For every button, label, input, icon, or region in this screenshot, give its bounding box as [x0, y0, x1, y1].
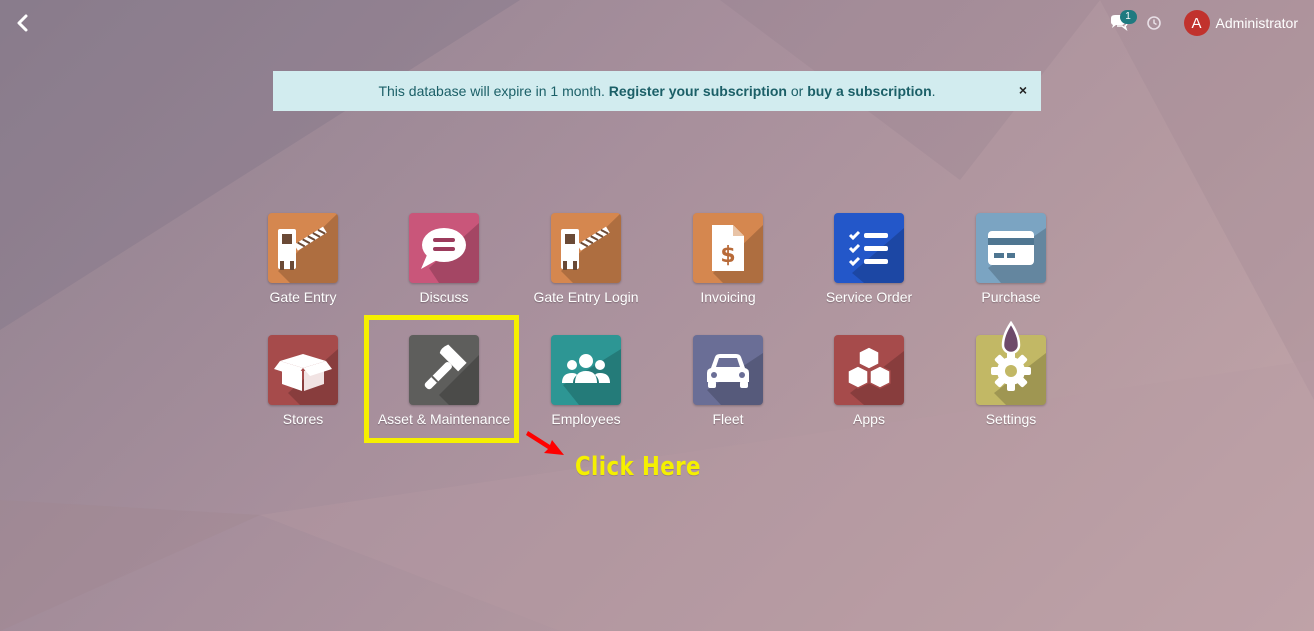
app-gate-entry[interactable]: Gate Entry	[232, 213, 374, 305]
cubes-icon	[847, 346, 904, 405]
app-icon-tile	[551, 335, 621, 405]
app-icon-tile	[409, 213, 479, 283]
app-icon-tile	[551, 213, 621, 283]
app-icon-tile: $	[693, 213, 763, 283]
app-employees[interactable]: Employees	[515, 335, 657, 427]
buy-subscription-link[interactable]: buy a subscription	[807, 83, 931, 99]
app-icon-tile	[976, 213, 1046, 283]
car-icon	[707, 353, 763, 405]
app-label: Fleet	[712, 411, 744, 427]
user-menu[interactable]: A Administrator	[1183, 10, 1298, 36]
app-invoicing[interactable]: $ Invoicing	[657, 213, 799, 305]
users-group-icon	[562, 349, 621, 405]
back-button[interactable]	[12, 12, 34, 34]
app-label: Stores	[282, 411, 324, 427]
avatar: A	[1183, 10, 1210, 36]
alert-or-text: or	[790, 83, 804, 99]
register-subscription-link[interactable]: Register your subscription	[609, 83, 787, 99]
gate-barrier-icon	[561, 213, 621, 283]
credit-card-icon	[988, 228, 1046, 283]
click-here-annotation: Click Here	[575, 452, 701, 482]
app-gate-entry-login[interactable]: Gate Entry Login	[515, 213, 657, 305]
app-icon-tile	[268, 335, 338, 405]
clock-icon	[1146, 16, 1161, 30]
checklist-icon	[848, 228, 904, 283]
app-service-order[interactable]: Service Order	[798, 213, 940, 305]
gate-barrier-icon	[278, 213, 338, 283]
expiration-alert: This database will expire in 1 month. Re…	[273, 71, 1041, 111]
alert-period: .	[931, 83, 936, 99]
app-label: Apps	[853, 411, 885, 427]
app-fleet[interactable]: Fleet	[657, 335, 799, 427]
messaging-menu-button[interactable]: 1	[1108, 10, 1137, 34]
app-label: Gate Entry	[269, 289, 337, 305]
svg-text:$: $	[720, 243, 735, 268]
app-label: Asset & Maintenance	[377, 411, 511, 427]
hammer-icon	[424, 344, 479, 405]
alert-text: This database will expire in 1 month.	[378, 83, 605, 99]
app-icon-tile	[834, 213, 904, 283]
alert-close-button[interactable]: ×	[1019, 83, 1027, 97]
open-box-icon	[274, 349, 338, 405]
chat-bubble-icon	[421, 223, 479, 283]
app-discuss[interactable]: Discuss	[373, 213, 515, 305]
chevron-left-icon	[17, 14, 28, 32]
systray: 1 A Administrator	[1108, 10, 1298, 36]
drop-marker-icon	[1001, 321, 1021, 355]
app-apps[interactable]: Apps	[798, 335, 940, 427]
activity-menu-button[interactable]	[1146, 15, 1162, 31]
app-label: Settings	[985, 411, 1037, 427]
user-name: Administrator	[1215, 15, 1298, 31]
app-label: Purchase	[981, 289, 1041, 305]
app-label: Discuss	[419, 289, 469, 305]
app-icon-tile	[834, 335, 904, 405]
app-asset-maintenance[interactable]: Asset & Maintenance	[373, 335, 515, 427]
invoice-dollar-icon: $	[712, 225, 763, 283]
app-label: Gate Entry Login	[533, 289, 639, 305]
unread-count-badge: 1	[1119, 10, 1137, 24]
app-icon-tile	[693, 335, 763, 405]
red-arrow-icon	[526, 431, 564, 455]
app-purchase[interactable]: Purchase	[940, 213, 1082, 305]
app-icon-tile	[409, 335, 479, 405]
app-label: Invoicing	[700, 289, 756, 305]
app-stores[interactable]: Stores	[232, 335, 374, 427]
app-label: Service Order	[825, 289, 913, 305]
app-icon-tile	[268, 213, 338, 283]
